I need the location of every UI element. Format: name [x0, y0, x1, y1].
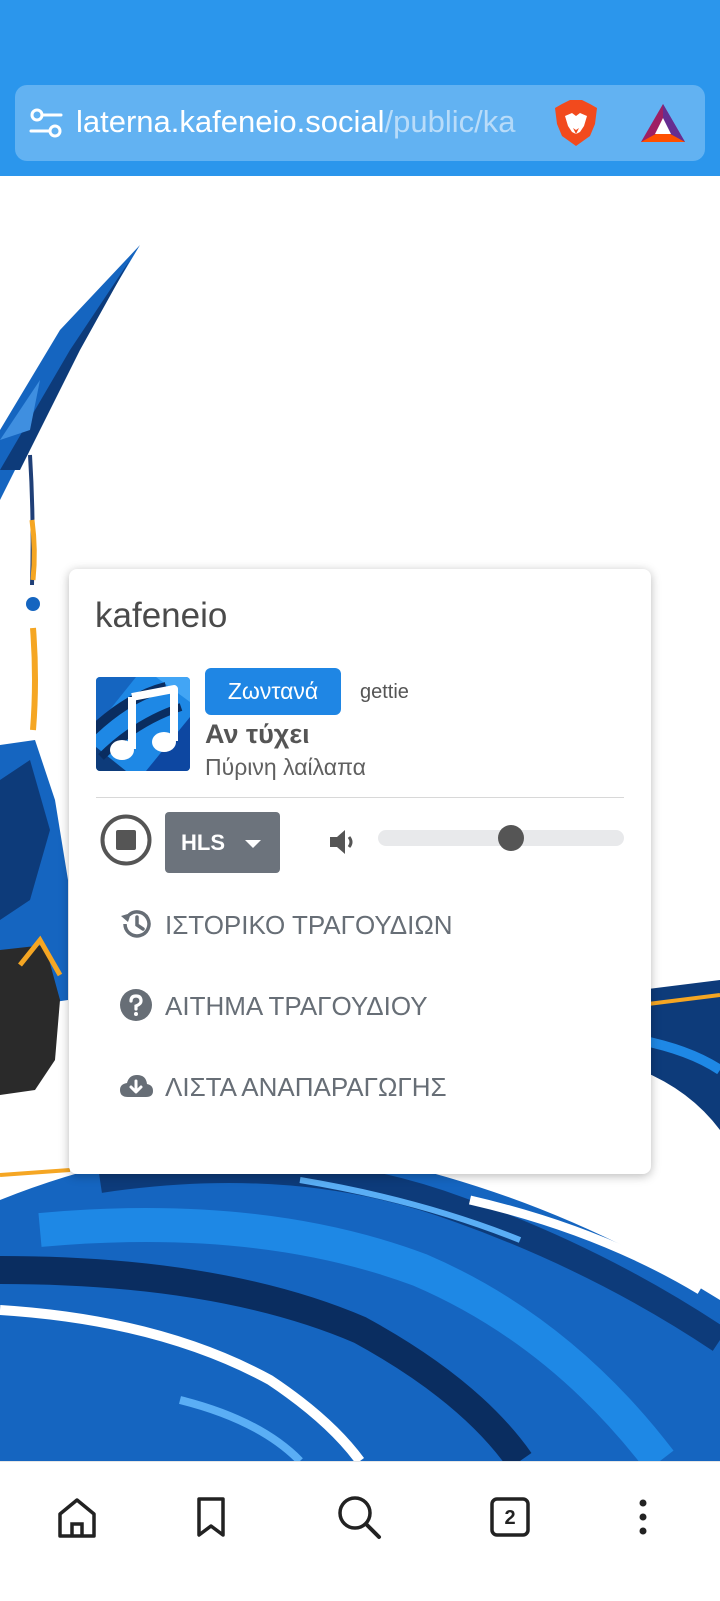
- menu-song-history[interactable]: ΙΣΤΟΡΙΚΟ ΤΡΑΓΟΥΔΙΩΝ: [119, 893, 519, 957]
- tune-icon[interactable]: [29, 107, 63, 139]
- cloud-download-icon: [120, 1075, 153, 1097]
- bookmark-icon: [197, 1497, 225, 1537]
- more-menu-button[interactable]: [613, 1487, 673, 1547]
- song-artist: Πύρινη λαίλαπα: [205, 754, 366, 780]
- more-vert-icon: [639, 1499, 647, 1535]
- browser-toolbar: laterna.kafeneio.social/public/ka: [0, 0, 720, 176]
- tab-count: 2: [504, 1507, 515, 1529]
- menu-playlist[interactable]: ΛΙΣΤΑ ΑΝΑΠΑΡΑΓΩΓΗΣ: [119, 1055, 519, 1119]
- bat-triangle-icon[interactable]: [639, 102, 687, 144]
- menu-label: ΙΣΤΟΡΙΚΟ ΤΡΑΓΟΥΔΙΩΝ: [165, 910, 453, 940]
- bookmarks-button[interactable]: [181, 1487, 241, 1547]
- menu-song-request[interactable]: ΑΙΤΗΜΑ ΤΡΑΓΟΥΔΙΟΥ: [119, 974, 519, 1038]
- menu-label: ΛΙΣΤΑ ΑΝΑΠΑΡΑΓΩΓΗΣ: [165, 1072, 447, 1102]
- album-cover-music-icon: [96, 677, 190, 771]
- volume-icon[interactable]: [327, 827, 357, 857]
- browser-bottom-bar: 2: [0, 1461, 720, 1601]
- home-button[interactable]: [47, 1487, 107, 1547]
- home-icon: [58, 1498, 96, 1538]
- stop-icon: [116, 830, 136, 850]
- history-icon: [121, 910, 151, 938]
- caret-down-icon: [245, 840, 261, 848]
- tabs-button[interactable]: 2: [480, 1487, 540, 1547]
- stream-format-select[interactable]: HLS: [165, 812, 280, 873]
- song-title: Αν τύχει: [205, 719, 310, 749]
- live-badge: Ζωντανά: [205, 668, 341, 715]
- volume-slider-thumb[interactable]: [497, 825, 524, 851]
- radio-player-card: kafeneio Ζωντανά gettie Αν τύχει Πύρινη …: [69, 569, 651, 1174]
- search-button[interactable]: [329, 1487, 389, 1547]
- menu-label: ΑΙΤΗΜΑ ΤΡΑΓΟΥΔΙΟΥ: [165, 991, 428, 1021]
- address-bar[interactable]: laterna.kafeneio.social/public/ka: [15, 85, 705, 161]
- volume-slider[interactable]: [378, 825, 624, 851]
- tabs-icon: 2: [490, 1497, 530, 1537]
- divider: [96, 797, 624, 798]
- help-circle-icon: [120, 989, 152, 1021]
- station-name: kafeneio: [95, 596, 228, 635]
- url-text[interactable]: laterna.kafeneio.social/public/ka: [76, 99, 548, 145]
- url-fade: [508, 99, 550, 145]
- format-label: HLS: [181, 830, 225, 855]
- brave-lion-icon[interactable]: [552, 98, 600, 148]
- stop-button[interactable]: [100, 814, 152, 866]
- url-path: /public/ka: [384, 104, 516, 139]
- dj-name: gettie: [360, 681, 409, 703]
- search-icon: [338, 1496, 381, 1539]
- url-host: laterna.kafeneio.social: [76, 104, 385, 139]
